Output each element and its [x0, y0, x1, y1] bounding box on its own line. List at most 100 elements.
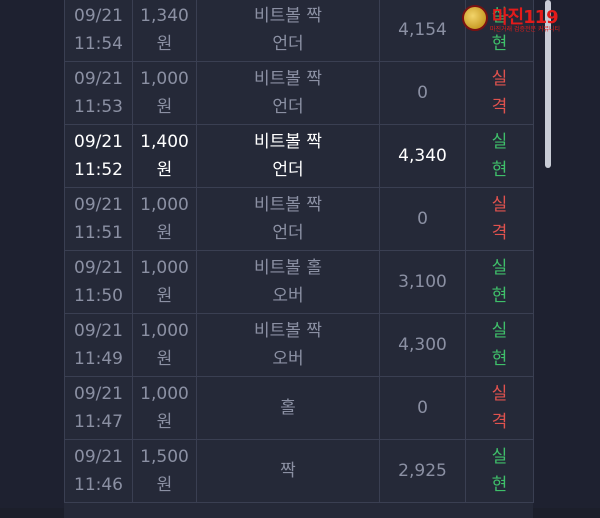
- bet-result-res1: 실: [491, 321, 508, 341]
- bet-pick-pick1: 짝: [280, 461, 296, 481]
- bet-pick: 비트볼 홀오버: [196, 250, 380, 314]
- bet-amount: 1,000 원: [132, 313, 197, 377]
- bet-result: 실현: [465, 250, 534, 314]
- badge-icon: [462, 5, 488, 31]
- bet-result: 실격: [465, 376, 534, 440]
- bet-result-res1: 실: [491, 69, 508, 89]
- bet-payout: 4,154: [379, 0, 466, 62]
- bet-result-res1: 실: [491, 132, 508, 152]
- bet-datetime-date: 09/21: [74, 258, 123, 278]
- bet-datetime-date: 09/21: [74, 321, 123, 341]
- bet-payout: 0: [379, 187, 466, 251]
- bet-pick-pick2: 언더: [272, 223, 304, 243]
- bet-payout: 3,100: [379, 250, 466, 314]
- bet-datetime-date: 09/21: [74, 195, 123, 215]
- bet-payout: 2,925: [379, 439, 466, 503]
- bet-amount-amount: 1,000: [140, 258, 189, 278]
- bet-amount-amount: 1,340: [140, 6, 189, 26]
- bet-datetime: 09/21 11:47: [64, 376, 133, 440]
- bet-amount-unit: 원: [156, 286, 173, 306]
- bet-datetime-date: 09/21: [74, 6, 123, 26]
- bet-amount-unit: 원: [156, 412, 173, 432]
- bet-pick: 비트볼 짝 언더: [196, 0, 380, 62]
- bet-payout-payout: 4,154: [398, 20, 447, 40]
- bet-row: 09/21 11:50 1,000 원 비트볼 홀 오버 3,100 실 현: [64, 250, 534, 314]
- bet-result-res1: 실: [491, 384, 508, 404]
- bet-payout-payout: 4,300: [398, 335, 447, 355]
- bet-amount-unit: 원: [156, 475, 173, 495]
- bet-row: 09/21 11:47 1,000 원 홀 0 실 격: [64, 376, 534, 440]
- bet-pick-pick1: 비트볼 홀: [254, 258, 322, 278]
- bet-payout: 4,300: [379, 313, 466, 377]
- bet-amount-amount: 1,400: [140, 132, 189, 152]
- bet-amount-amount: 1,000: [140, 384, 189, 404]
- bet-result-res2: 현: [491, 286, 508, 306]
- bet-datetime: 09/21 11:54: [64, 0, 133, 62]
- bet-pick-pick2: 언더: [272, 160, 304, 180]
- bet-payout-payout: 0: [417, 209, 428, 229]
- bet-pick: 비트볼 짝언더: [196, 187, 380, 251]
- bet-pick-pick1: 비트볼 짝: [254, 195, 322, 215]
- bet-result-res1: 실: [491, 258, 508, 278]
- bet-result-res2: 현: [491, 349, 508, 369]
- bet-payout: 0: [379, 376, 466, 440]
- bet-result: 실현: [465, 439, 534, 503]
- bet-datetime: 09/21 11:52: [64, 124, 133, 188]
- bet-result-res1: 실: [491, 447, 508, 467]
- bet-payout: 0: [379, 61, 466, 125]
- bet-datetime-date: 09/21: [74, 69, 123, 89]
- bet-pick-pick1: 비트볼 짝: [254, 69, 322, 89]
- bet-amount: 1,000 원: [132, 376, 197, 440]
- bet-amount-unit: 원: [156, 160, 173, 180]
- bet-datetime-time: 11:51: [74, 223, 123, 243]
- bet-datetime-date: 09/21: [74, 132, 123, 152]
- bet-datetime: 09/21 11:51: [64, 187, 133, 251]
- bet-pick-pick2: 오버: [272, 349, 304, 369]
- bet-result-res1: 실: [491, 195, 508, 215]
- bet-datetime-time: 11:49: [74, 349, 123, 369]
- bet-history-table: 09/21 11:54 1,340 원 비트볼 짝 언더 4,154 실 현 09/21 11:53…: [64, 0, 534, 503]
- bet-datetime: 09/21 11:53: [64, 61, 133, 125]
- bet-amount-unit: 원: [156, 223, 173, 243]
- bet-result: 실현: [465, 313, 534, 377]
- bet-pick-pick2: 언더: [272, 34, 304, 54]
- bet-pick-pick1: 비트볼 짝: [254, 132, 322, 152]
- bet-payout-payout: 0: [417, 398, 428, 418]
- bet-amount: 1,000 원: [132, 250, 197, 314]
- bet-payout-payout: 2,925: [398, 461, 447, 481]
- bet-datetime: 09/21 11:46: [64, 439, 133, 503]
- bet-datetime-date: 09/21: [74, 384, 123, 404]
- bet-amount-amount: 1,500: [140, 447, 189, 467]
- bet-result-res2: 현: [491, 34, 508, 54]
- bet-amount-amount: 1,000: [140, 321, 189, 341]
- bet-row: 09/21 11:52 1,400 원 비트볼 짝언더 4,340 실 현: [64, 124, 534, 188]
- bet-datetime-date: 09/21: [74, 447, 123, 467]
- bet-amount-unit: 원: [156, 349, 173, 369]
- bet-pick: 비트볼 짝오버: [196, 313, 380, 377]
- bet-row: 09/21 11:49 1,000 원 비트볼 짝오버 4,300 실 현: [64, 313, 534, 377]
- bet-datetime: 09/21 11:49: [64, 313, 133, 377]
- bet-pick: 짝: [196, 439, 380, 503]
- bet-result-res2: 격: [491, 97, 508, 117]
- bet-pick-pick2: 언더: [272, 97, 304, 117]
- bet-pick-pick1: 비트볼 짝: [254, 321, 322, 341]
- bet-result-res2: 격: [491, 223, 508, 243]
- bet-datetime-time: 11:47: [74, 412, 123, 432]
- bet-amount-unit: 원: [156, 34, 173, 54]
- bet-amount: 1,000 원: [132, 187, 197, 251]
- bet-row: 09/21 11:46 1,500 원 짝 2,925 실 현: [64, 439, 534, 503]
- bet-pick: 홀: [196, 376, 380, 440]
- bet-datetime-time: 11:52: [74, 160, 123, 180]
- bet-result-res2: 현: [491, 475, 508, 495]
- bet-amount: 1,400 원: [132, 124, 197, 188]
- bet-row: 09/21 11:51 1,000 원 비트볼 짝언더 0 실 격: [64, 187, 534, 251]
- bet-datetime-time: 11:53: [74, 97, 123, 117]
- site-logo: 마진119 마진거래 검증전문 커뮤니티: [462, 4, 590, 33]
- bet-result: 실격: [465, 61, 534, 125]
- bet-payout-payout: 3,100: [398, 272, 447, 292]
- bet-amount-amount: 1,000: [140, 195, 189, 215]
- bet-result: 실현: [465, 124, 534, 188]
- bet-pick: 비트볼 짝언더: [196, 124, 380, 188]
- bet-payout-payout: 4,340: [398, 146, 447, 166]
- bet-pick-pick2: 오버: [272, 286, 304, 306]
